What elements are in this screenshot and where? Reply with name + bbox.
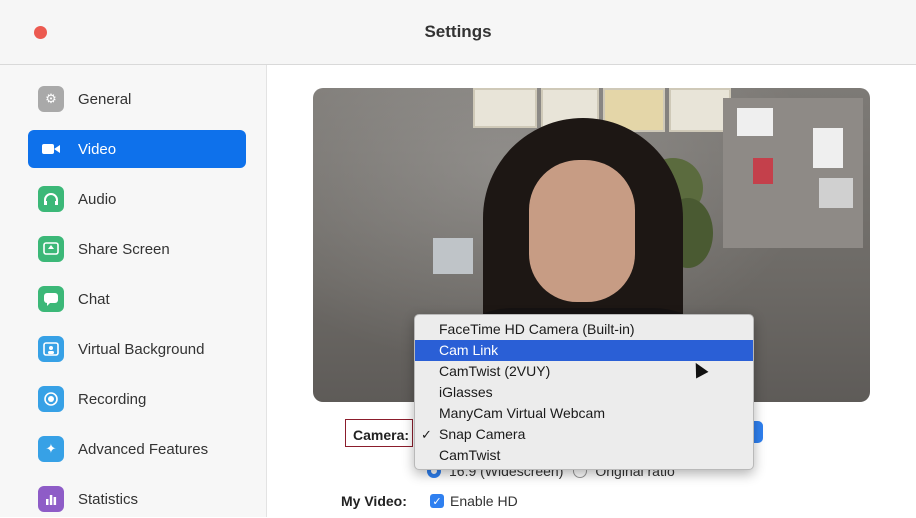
camera-option[interactable]: FaceTime HD Camera (Built-in) — [415, 319, 753, 340]
my-video-label: My Video: — [341, 493, 407, 509]
sidebar-item-label: Virtual Background — [78, 340, 205, 358]
camera-option[interactable]: ManyCam Virtual Webcam — [415, 403, 753, 424]
camera-option-label: Cam Link — [439, 342, 499, 358]
sidebar-item-label: Chat — [78, 290, 110, 308]
window-title: Settings — [424, 22, 492, 41]
sidebar-item-advanced-features[interactable]: ✦ Advanced Features — [28, 430, 246, 468]
camera-option-label: Snap Camera — [439, 426, 526, 442]
pinned-note — [753, 158, 773, 184]
sidebar-item-label: Recording — [78, 390, 147, 408]
sidebar-item-share-screen[interactable]: Share Screen — [28, 230, 246, 268]
camera-label: Camera: — [353, 427, 410, 443]
chat-icon — [38, 286, 64, 312]
camera-option-label: CamTwist (2VUY) — [439, 363, 551, 379]
enable-hd-label: Enable HD — [450, 493, 518, 509]
pinned-note — [737, 108, 773, 136]
share-screen-icon — [38, 236, 64, 262]
sidebar-item-chat[interactable]: Chat — [28, 280, 246, 318]
certificate-frame — [669, 88, 731, 132]
certificate-frame — [473, 88, 537, 128]
sidebar-item-label: General — [78, 90, 132, 108]
settings-sidebar: ⚙ General Video Audio Share Screen Chat … — [0, 65, 267, 517]
video-settings-panel: Camera: 16:9 (Widescreen) Original ratio… — [267, 65, 916, 517]
camera-option-label: ManyCam Virtual Webcam — [439, 405, 605, 421]
camera-option-selected[interactable]: ✓ Snap Camera — [415, 424, 753, 445]
gear-icon: ⚙ — [38, 86, 64, 112]
headphones-icon — [38, 186, 64, 212]
sidebar-item-label: Video — [78, 140, 117, 158]
camera-option[interactable]: CamTwist — [415, 445, 753, 466]
pinned-note — [813, 128, 843, 168]
camera-option[interactable]: Cam Link — [415, 340, 753, 379]
enable-hd-row[interactable]: ✓ Enable HD — [430, 493, 518, 509]
pinned-note — [819, 178, 853, 208]
video-camera-icon — [38, 136, 64, 162]
camera-dropdown-menu: FaceTime HD Camera (Built-in) Cam Link C… — [414, 314, 754, 470]
sidebar-item-recording[interactable]: Recording — [28, 380, 246, 418]
person-face — [529, 160, 635, 302]
checkmark-icon: ✓ — [421, 427, 432, 442]
sidebar-item-statistics[interactable]: Statistics — [28, 480, 246, 518]
title-bar: Settings — [0, 0, 916, 65]
sidebar-item-general[interactable]: ⚙ General — [28, 80, 246, 118]
sidebar-item-video[interactable]: Video — [28, 130, 246, 168]
sidebar-item-audio[interactable]: Audio — [28, 180, 246, 218]
wall-sign — [433, 238, 473, 274]
camera-option[interactable]: iGlasses — [415, 382, 753, 403]
person-background-icon — [38, 336, 64, 362]
camera-option-label: CamTwist — [439, 447, 501, 463]
sidebar-item-virtual-background[interactable]: Virtual Background — [28, 330, 246, 368]
camera-option-label: iGlasses — [439, 384, 493, 400]
sidebar-item-label: Audio — [78, 190, 117, 208]
camera-option[interactable]: CamTwist (2VUY) — [415, 361, 753, 382]
sidebar-item-label: Statistics — [78, 490, 139, 508]
sparkle-icon: ✦ — [38, 436, 64, 462]
bar-chart-icon — [38, 486, 64, 512]
enable-hd-checkbox[interactable]: ✓ — [430, 494, 444, 508]
sidebar-item-label: Share Screen — [78, 240, 170, 258]
wall-board — [723, 98, 863, 248]
record-icon — [38, 386, 64, 412]
camera-option-label: FaceTime HD Camera (Built-in) — [439, 321, 635, 337]
camera-select-arrow[interactable] — [753, 421, 763, 443]
sidebar-item-label: Advanced Features — [78, 440, 209, 458]
